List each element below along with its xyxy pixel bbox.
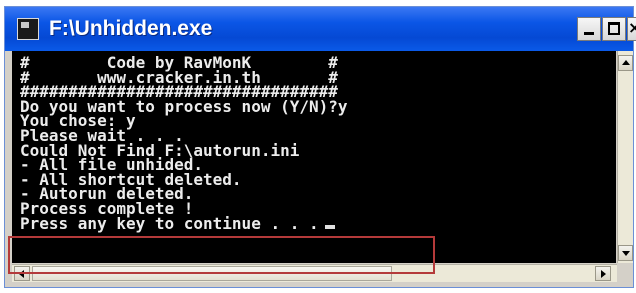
horizontal-scrollbar[interactable]: [12, 264, 617, 282]
text-cursor: [324, 224, 335, 229]
console-prompt-line: Press any key to continue . . .: [20, 213, 348, 233]
minimize-button[interactable]: [577, 17, 601, 41]
close-button[interactable]: ×: [627, 17, 636, 41]
scroll-up-icon: [622, 60, 630, 65]
scroll-up-button[interactable]: [618, 55, 633, 71]
scroll-right-button[interactable]: [595, 266, 611, 281]
scroll-left-button[interactable]: [14, 266, 30, 281]
scroll-down-icon: [622, 251, 630, 256]
console-lines: # Code by RavMonK # # www.cracker.in.th …: [20, 55, 348, 233]
minimize-icon: [584, 32, 594, 35]
console-prompt-text: Press any key to continue . . .: [20, 213, 319, 233]
scroll-left-icon: [19, 270, 24, 278]
scroll-right-icon: [601, 270, 606, 278]
window-title: F:\Unhidden.exe: [49, 17, 213, 40]
console-app-icon[interactable]: [17, 18, 39, 40]
size-grip: [617, 264, 633, 282]
maximize-button[interactable]: [602, 17, 626, 41]
console-window: F:\Unhidden.exe × # Code by RavMonK # # …: [4, 6, 636, 288]
maximize-icon: [608, 22, 620, 35]
vertical-scrollbar[interactable]: [617, 51, 633, 263]
scroll-down-button[interactable]: [618, 245, 633, 261]
horizontal-scroll-thumb[interactable]: [32, 266, 392, 281]
console-output[interactable]: # Code by RavMonK # # www.cracker.in.th …: [12, 51, 616, 263]
title-bar[interactable]: F:\Unhidden.exe ×: [5, 7, 636, 51]
